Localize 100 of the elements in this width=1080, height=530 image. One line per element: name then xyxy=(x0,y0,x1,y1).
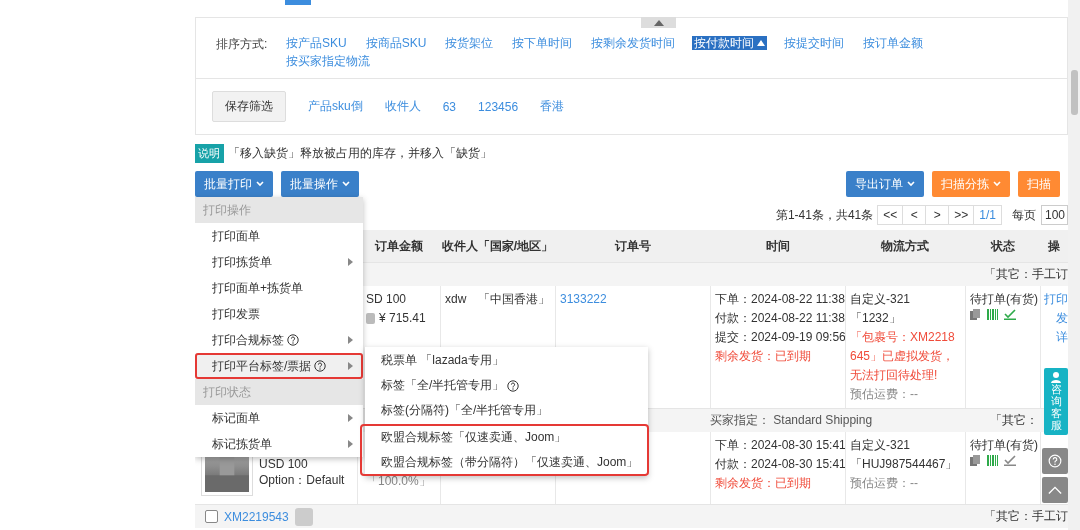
action-button[interactable]: 批量操作 xyxy=(281,171,359,197)
submenu-item[interactable]: 标签「全/半托管专用」 xyxy=(365,373,526,398)
help-icon[interactable] xyxy=(287,334,299,346)
collapse-button[interactable] xyxy=(641,17,676,28)
scan-button[interactable]: 扫描分拣 xyxy=(932,171,1010,197)
product-price: USD 100 xyxy=(259,456,309,472)
sort-option[interactable]: 按付款时间 xyxy=(692,36,768,50)
order-number[interactable]: XM2219543 xyxy=(224,509,289,524)
operation-link[interactable]: 打印 xyxy=(1041,290,1068,309)
scrollbar[interactable] xyxy=(1068,0,1080,530)
action-button[interactable]: 导出订单 xyxy=(846,171,924,197)
help-icon[interactable] xyxy=(314,360,327,372)
menu-item[interactable]: 标记拣货单 xyxy=(195,431,363,457)
menu-section-title: 打印状态 xyxy=(195,379,363,405)
page-button[interactable]: >> xyxy=(948,205,975,225)
menu-section-title: 打印操作 xyxy=(195,197,363,223)
submenu-arrow-icon xyxy=(348,362,353,370)
page-button[interactable]: << xyxy=(877,205,904,225)
submenu-arrow-icon xyxy=(348,258,353,266)
submenu-arrow-icon xyxy=(348,440,353,448)
saved-filter-link[interactable]: 产品sku倒 xyxy=(308,98,363,115)
column-header: 状态 xyxy=(965,230,1040,262)
help-icon xyxy=(1048,452,1062,470)
shipping-deadline: 剩余发货：已到期 xyxy=(715,348,812,365)
menu-item[interactable]: 打印发票 xyxy=(195,301,363,327)
shipping-deadline: 剩余发货：已到期 xyxy=(715,475,812,492)
sort-option[interactable]: 按买家指定物流 xyxy=(284,54,372,68)
order-source: 「其它： xyxy=(990,412,1038,429)
caret-icon xyxy=(907,181,915,187)
menu-item[interactable]: 打印拣货单 xyxy=(195,249,363,275)
submenu-item[interactable]: 欧盟合规标签（带分隔符）「仅速卖通、Joom」 xyxy=(365,450,645,475)
note-badge: 说明 xyxy=(195,143,224,163)
scan-button[interactable]: 扫描 xyxy=(1018,171,1060,197)
submenu-item[interactable]: 欧盟合规标签「仅速卖通、Joom」 xyxy=(365,425,573,450)
sort-ascending-icon xyxy=(757,40,766,46)
per-page-label: 每页 xyxy=(1012,206,1036,224)
column-header: 收件人「国家/地区」 xyxy=(440,230,555,262)
submenu-item[interactable]: 税票单 「lazada专用」 xyxy=(365,348,510,373)
page-summary: 第1-41条，共41条 xyxy=(775,206,874,224)
order-amount-cny: ¥ 715.41 xyxy=(379,310,426,327)
order-number[interactable]: 3133222 xyxy=(560,292,607,306)
menu-item[interactable]: 打印平台标签/票据 xyxy=(195,353,363,379)
note-text: 「移入缺货」释放被占用的库存，并移入「缺货」 xyxy=(228,144,492,162)
customer-service-button[interactable]: 咨询客服 xyxy=(1044,368,1068,436)
tag-icon xyxy=(294,507,313,526)
sort-option[interactable]: 按商品SKU xyxy=(363,36,429,50)
check-icon[interactable] xyxy=(1004,455,1016,466)
check-icon[interactable] xyxy=(1004,309,1016,320)
menu-item[interactable]: 打印合规标签 xyxy=(195,327,363,353)
copy-icon[interactable] xyxy=(970,309,981,320)
saved-filter-link[interactable]: 香港 xyxy=(540,98,565,115)
barcode-icon[interactable] xyxy=(987,455,998,466)
order-source: 「其它：手工订 xyxy=(984,508,1068,525)
submenu-item[interactable]: 标签(分隔符)「全/半托管专用」 xyxy=(365,398,555,423)
buyer-shipping: 买家指定： Standard Shipping xyxy=(710,412,873,429)
order-amount: SD 100 xyxy=(366,291,408,308)
current-page[interactable]: 1/1 xyxy=(973,205,1002,225)
order-status: 待打单(有货) xyxy=(970,291,1036,308)
saved-filter-link[interactable]: 63 xyxy=(442,99,457,114)
operation-link[interactable]: 详 xyxy=(1041,328,1068,347)
column-header: 订单号 xyxy=(555,230,710,262)
column-header: 时间 xyxy=(710,230,845,262)
menu-item[interactable]: 打印面单 xyxy=(195,223,363,249)
sort-option[interactable]: 按剩余发货时间 xyxy=(589,36,678,50)
back-to-top-button[interactable] xyxy=(1042,477,1068,503)
page-button[interactable]: < xyxy=(902,205,927,225)
row-checkbox[interactable] xyxy=(205,510,218,523)
saved-filter-link[interactable]: 123456 xyxy=(478,99,519,114)
action-button[interactable]: 批量打印 xyxy=(195,171,273,197)
sort-option[interactable]: 按产品SKU xyxy=(284,36,349,50)
column-header: 物流方式 xyxy=(845,230,965,262)
menu-item[interactable]: 打印面单+拣货单 xyxy=(195,275,363,301)
operation-link[interactable]: 发 xyxy=(1041,309,1068,328)
column-header: 操 xyxy=(1040,230,1068,262)
sort-option[interactable]: 按订单金额 xyxy=(861,36,926,50)
help-icon[interactable] xyxy=(507,379,520,392)
tab-indicator xyxy=(285,0,311,5)
barcode-icon[interactable] xyxy=(987,309,998,320)
per-page-select[interactable]: 100 xyxy=(1041,205,1068,225)
menu-item[interactable]: 标记面单 xyxy=(195,405,363,431)
sort-option[interactable]: 按下单时间 xyxy=(510,36,575,50)
sort-label: 排序方式: xyxy=(216,36,269,53)
logistics-text: 「HUJ987544467」 xyxy=(850,456,959,473)
sort-option[interactable]: 按提交时间 xyxy=(782,36,847,50)
product-option: Option：Default xyxy=(259,472,345,488)
logistics-text: 自定义-321 xyxy=(850,437,912,454)
page-button[interactable]: > xyxy=(925,205,950,225)
submenu-arrow-icon xyxy=(348,336,353,344)
recipient: xdw 「中国香港」 xyxy=(445,292,551,306)
save-filter-button[interactable]: 保存筛选 xyxy=(212,91,286,122)
logistics-warning: 「包裹号：XM2218645」已虚拟发货，无法打回待处理! xyxy=(850,329,956,384)
logistics-text: 自定义-321 xyxy=(850,291,912,308)
sort-option[interactable]: 按货架位 xyxy=(443,36,496,50)
logistics-text: 「1232」 xyxy=(850,310,902,327)
copy-icon[interactable] xyxy=(970,455,981,466)
help-button[interactable] xyxy=(1042,448,1068,474)
order-status: 待打单(有货) xyxy=(970,437,1036,454)
person-icon xyxy=(1050,371,1062,383)
saved-filter-link[interactable]: 收件人 xyxy=(384,98,421,115)
collapse-icon xyxy=(653,19,664,26)
